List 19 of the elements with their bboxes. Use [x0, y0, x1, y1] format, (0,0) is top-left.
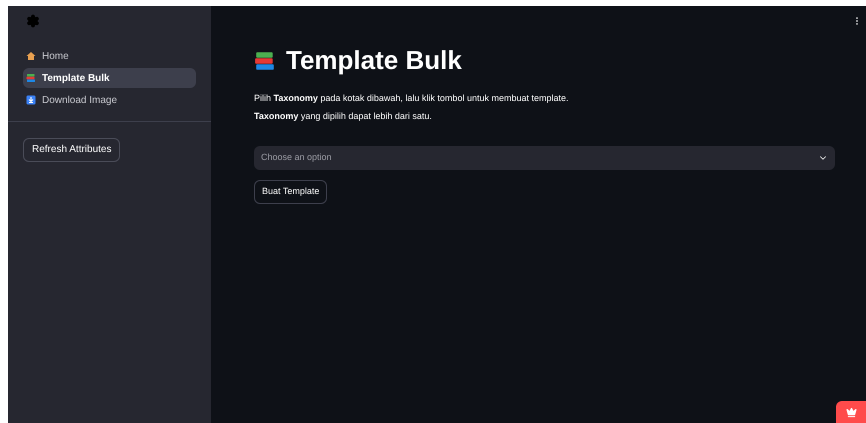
house-icon: [26, 51, 36, 61]
nav-label: Template Bulk: [42, 72, 110, 86]
download-icon: [26, 95, 36, 105]
books-icon: [254, 50, 276, 72]
crown-icon: [846, 406, 856, 418]
page-title: Template Bulk: [286, 44, 462, 77]
nav-label: Home: [42, 50, 69, 64]
nav-item[interactable]: Download Image: [23, 90, 196, 110]
books-icon: [26, 73, 36, 83]
nav-label: Download Image: [42, 94, 118, 108]
badge[interactable]: [836, 401, 866, 423]
description-text: Taxonomy yang dipilih dapat lebih dari satu.: [254, 110, 433, 123]
nav-item[interactable]: Home: [23, 46, 196, 66]
select-placeholder: Choose an option: [261, 151, 332, 164]
description-text: Pilih Taxonomy pada kotak dibawah, lalu klik tombol untuk membuat template.: [254, 92, 570, 105]
create-template-button[interactable]: Buat Template: [254, 180, 328, 204]
nav-item[interactable]: Template Bulk: [23, 68, 196, 88]
refresh-button[interactable]: Refresh Attributes: [23, 138, 120, 162]
select-field[interactable]: Choose an option: [254, 146, 835, 170]
